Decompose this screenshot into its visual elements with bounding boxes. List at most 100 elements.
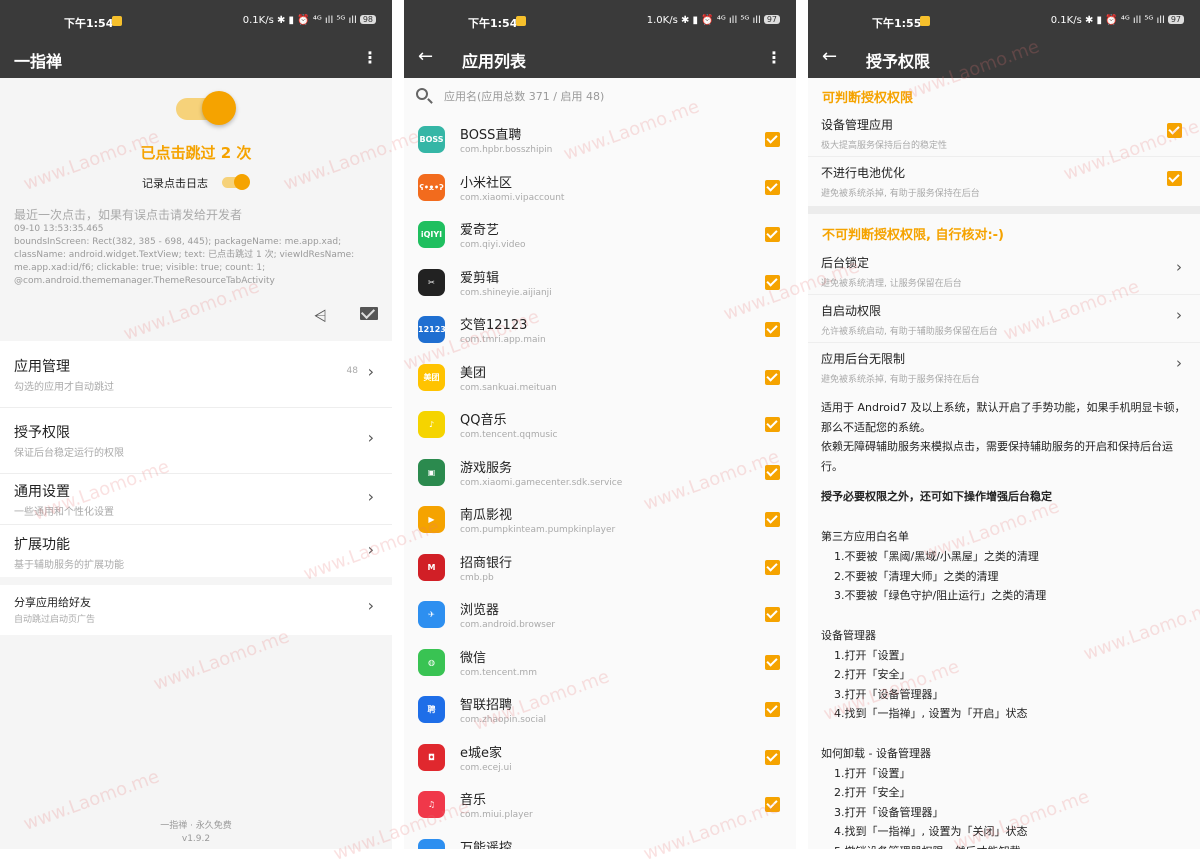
status-bar: 下午1:55 0.1K/s ✱ ▮ ⏰ ⁴ᴳ ıll ⁵ᴳ ıll 97: [808, 0, 1200, 44]
menu-app-management[interactable]: 应用管理 勾选的应用才自动跳过 48 ›: [0, 356, 392, 408]
app-name: 音乐: [460, 793, 487, 808]
perm-subtitle: 极大提高服务保持后台的稳定性: [821, 141, 948, 151]
app-row[interactable]: ▶ 南瓜影视 com.pumpkinteam.pumpkinplayer: [404, 500, 796, 547]
tips-step: 2.打开「安全」: [834, 786, 911, 799]
status-bar: 下午1:54 1.0K/s ✱ ▮ ⏰ ⁴ᴳ ıll ⁵ᴳ ıll 97: [404, 0, 796, 44]
app-row[interactable]: M 招商银行 cmb.pb: [404, 548, 796, 595]
battery-icon: 97: [763, 15, 780, 24]
app-name: 万能遥控: [460, 840, 513, 850]
app-row[interactable]: ♪ QQ音乐 com.tencent.qqmusic: [404, 405, 796, 452]
chevron-right-icon: ›: [367, 487, 374, 506]
perm-device-admin[interactable]: 设备管理应用 极大提高服务保持后台的稳定性: [808, 110, 1200, 157]
tips-step: 3.打开「设备管理器」: [834, 805, 944, 819]
menu-extensions[interactable]: 扩展功能 基于辅助服务的扩展功能 ›: [0, 534, 392, 577]
app-icon: ◘: [418, 743, 445, 771]
app-row[interactable]: ✈ 浏览器 com.android.browser: [404, 595, 796, 642]
app-checkbox[interactable]: [765, 369, 780, 385]
compat-note: 适用于 Android7 及以上系统，默认开启了手势功能，如果手机明显卡顿，那么…: [821, 401, 1186, 434]
app-bar: ← 授予权限: [808, 44, 1200, 78]
perm-title: 设备管理应用: [821, 118, 894, 132]
app-row[interactable]: iQIYI 爱奇艺 com.qiyi.video: [404, 215, 796, 262]
back-arrow-icon[interactable]: ←: [418, 46, 433, 67]
tips-group-title: 如何卸载 - 设备管理器: [821, 746, 931, 760]
app-checkbox[interactable]: [765, 464, 780, 480]
perm-title: 不进行电池优化: [821, 166, 906, 180]
share-icon[interactable]: ⩤: [314, 306, 327, 326]
app-checkbox[interactable]: [765, 417, 780, 432]
menu-subtitle: 基于辅助服务的扩展功能: [14, 560, 124, 571]
tips-step: 1.打开「设置」: [834, 766, 911, 780]
app-package: com.android.browser: [460, 620, 556, 630]
app-name: e城e家: [460, 745, 502, 761]
status-network: 1.0K/s ✱ ▮ ⏰ ⁴ᴳ ıll ⁵ᴳ ıll: [646, 15, 761, 26]
app-checkbox[interactable]: [765, 179, 780, 195]
perm-background-unrestricted[interactable]: 应用后台无限制 避免被系统杀掉, 有助于服务保持在后台 ›: [808, 344, 1200, 391]
app-row[interactable]: 万能遥控: [404, 833, 796, 850]
app-row[interactable]: ▣ 游戏服务 com.xiaomi.gamecenter.sdk.service: [404, 453, 796, 500]
menu-title: 应用管理: [14, 359, 70, 375]
app-checkbox[interactable]: [765, 132, 780, 147]
app-checkbox[interactable]: [765, 749, 780, 765]
perm-subtitle: 避免被系统杀掉, 有助于服务保持在后台: [821, 189, 980, 199]
app-icon: 美团: [418, 363, 445, 391]
app-icon: ✈: [418, 601, 445, 628]
menu-subtitle: 勾选的应用才自动跳过: [14, 382, 114, 393]
app-checkbox[interactable]: [765, 512, 780, 527]
tips-group-title: 设备管理器: [821, 628, 876, 642]
app-row[interactable]: ʕ•ᴥ•ʔ 小米社区 com.xiaomi.vipaccount: [404, 168, 796, 215]
app-checkbox[interactable]: [765, 227, 780, 242]
app-checkbox[interactable]: [765, 607, 780, 622]
app-row[interactable]: BOSS BOSS直聘 com.hpbr.bosszhipin: [404, 120, 796, 167]
app-checkbox[interactable]: [765, 702, 780, 717]
more-menu-icon[interactable]: ⋮: [766, 48, 782, 67]
app-icon: ✂: [418, 268, 445, 296]
menu-share-app[interactable]: 分享应用给好友 自动跳过启动页广告 ›: [0, 594, 392, 630]
app-row[interactable]: 12123 交管12123 com.tmri.app.main: [404, 310, 796, 357]
app-name: 招商银行: [460, 555, 513, 571]
main-service-toggle[interactable]: [176, 91, 236, 125]
menu-general-settings[interactable]: 通用设置 一些通用和个性化设置 ›: [0, 481, 392, 525]
menu-title: 通用设置: [14, 484, 70, 500]
app-row[interactable]: ✂ 爱剪辑 com.shineyie.aijianji: [404, 263, 796, 310]
app-package: com.ecej.ui: [460, 762, 512, 773]
app-name: 小米社区: [460, 175, 513, 191]
recent-click-detail: 09-10 13:53:35.465 boundsInScreen: Rect(…: [14, 224, 355, 286]
app-row[interactable]: 聘智联招聘 com.zhaopin.social: [404, 690, 796, 737]
app-row[interactable]: ◍ 微信 com.tencent.mm: [404, 643, 796, 690]
app-name: QQ音乐: [460, 413, 507, 428]
perm-autostart[interactable]: 自启动权限 允许被系统启动, 有助于辅助服务保留在后台 ›: [808, 296, 1200, 343]
perm-checkbox[interactable]: [1167, 123, 1182, 138]
chevron-right-icon: ›: [367, 428, 374, 447]
mail-icon[interactable]: [360, 307, 378, 320]
app-row[interactable]: ◘ e城e家 com.ecej.ui: [404, 738, 796, 785]
section-title-detectable: 可判断授权权限: [822, 91, 914, 106]
status-bar: 下午1:54 0.1K/s ✱ ▮ ⏰ ⁴ᴳ ıll ⁵ᴳ ıll 98: [0, 0, 392, 44]
footer-version: v1.9.2: [181, 834, 211, 844]
app-checkbox[interactable]: [765, 654, 780, 670]
app-name: 美团: [460, 365, 487, 381]
app-package: com.hpbr.bosszhipin: [460, 145, 553, 155]
log-toggle[interactable]: [222, 174, 250, 190]
search-input[interactable]: [444, 90, 764, 103]
perm-battery-optimization[interactable]: 不进行电池优化 避免被系统杀掉, 有助于服务保持在后台: [808, 158, 1200, 205]
page-title: 一指禅: [14, 52, 63, 71]
tips-step: 2.打开「安全」: [834, 668, 911, 681]
menu-grant-permissions[interactable]: 授予权限 保证后台稳定运行的权限 ›: [0, 422, 392, 474]
app-package: com.xiaomi.gamecenter.sdk.service: [460, 477, 623, 488]
status-indicators: 1.0K/s ✱ ▮ ⏰ ⁴ᴳ ıll ⁵ᴳ ıll 97: [647, 15, 780, 26]
app-checkbox[interactable]: [765, 797, 780, 812]
notification-icon: [920, 16, 930, 26]
app-checkbox[interactable]: [765, 559, 780, 575]
app-row[interactable]: 美团 美团 com.sankuai.meituan: [404, 358, 796, 405]
perm-checkbox[interactable]: [1167, 171, 1182, 186]
menu-subtitle: 一些通用和个性化设置: [14, 507, 114, 518]
page-title: 授予权限: [866, 52, 931, 71]
perm-background-lock[interactable]: 后台锁定 避免被系统清理, 让服务保留在后台 ›: [808, 248, 1200, 295]
app-row[interactable]: ♫ 音乐 com.miui.player: [404, 785, 796, 832]
status-time: 下午1:55: [872, 17, 922, 30]
more-menu-icon[interactable]: ⋮: [362, 48, 378, 67]
app-footer: 一指禅 · 永久免费 v1.9.2: [0, 820, 392, 846]
app-checkbox[interactable]: [765, 322, 780, 337]
app-checkbox[interactable]: [765, 274, 780, 290]
back-arrow-icon[interactable]: ←: [822, 46, 837, 67]
